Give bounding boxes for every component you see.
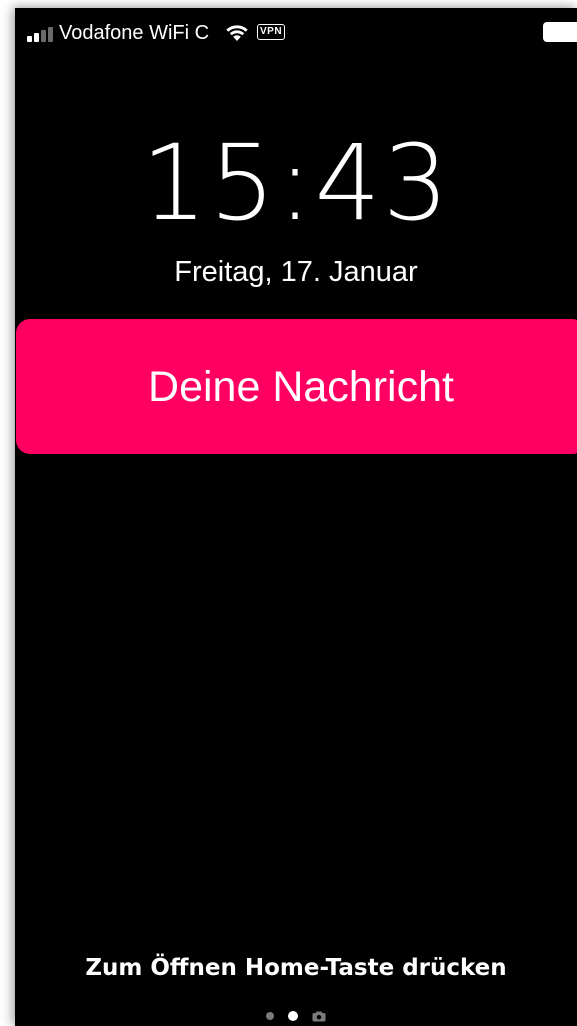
signal-bar bbox=[34, 33, 39, 42]
notification-banner[interactable]: Deine Nachricht bbox=[16, 319, 577, 454]
page-dot-active bbox=[288, 1011, 298, 1021]
page-dot bbox=[266, 1012, 274, 1020]
lock-screen: Vodafone WiFi C VPN 15:43 Freitag, 17. J… bbox=[15, 8, 577, 1026]
wifi-icon bbox=[226, 25, 248, 41]
lock-screen-date: Freitag, 17. Januar bbox=[174, 256, 418, 288]
lock-screen-time: 15:43 bbox=[141, 122, 451, 244]
signal-bar bbox=[41, 30, 46, 42]
screenshot-frame: Vodafone WiFi C VPN 15:43 Freitag, 17. J… bbox=[0, 0, 577, 1026]
page-indicator bbox=[15, 1008, 577, 1024]
carrier-name: Vodafone WiFi C bbox=[59, 22, 210, 44]
notification-text: Deine Nachricht bbox=[148, 362, 454, 411]
signal-strength-icon bbox=[27, 26, 59, 42]
camera-icon bbox=[312, 1011, 326, 1021]
status-bar: Vodafone WiFi C VPN bbox=[15, 8, 577, 48]
battery-icon bbox=[543, 22, 577, 42]
unlock-hint: Zum Öffnen Home-Taste drücken bbox=[85, 955, 507, 981]
vpn-badge: VPN bbox=[257, 24, 286, 40]
signal-bar bbox=[27, 36, 32, 42]
signal-bar bbox=[48, 27, 53, 42]
